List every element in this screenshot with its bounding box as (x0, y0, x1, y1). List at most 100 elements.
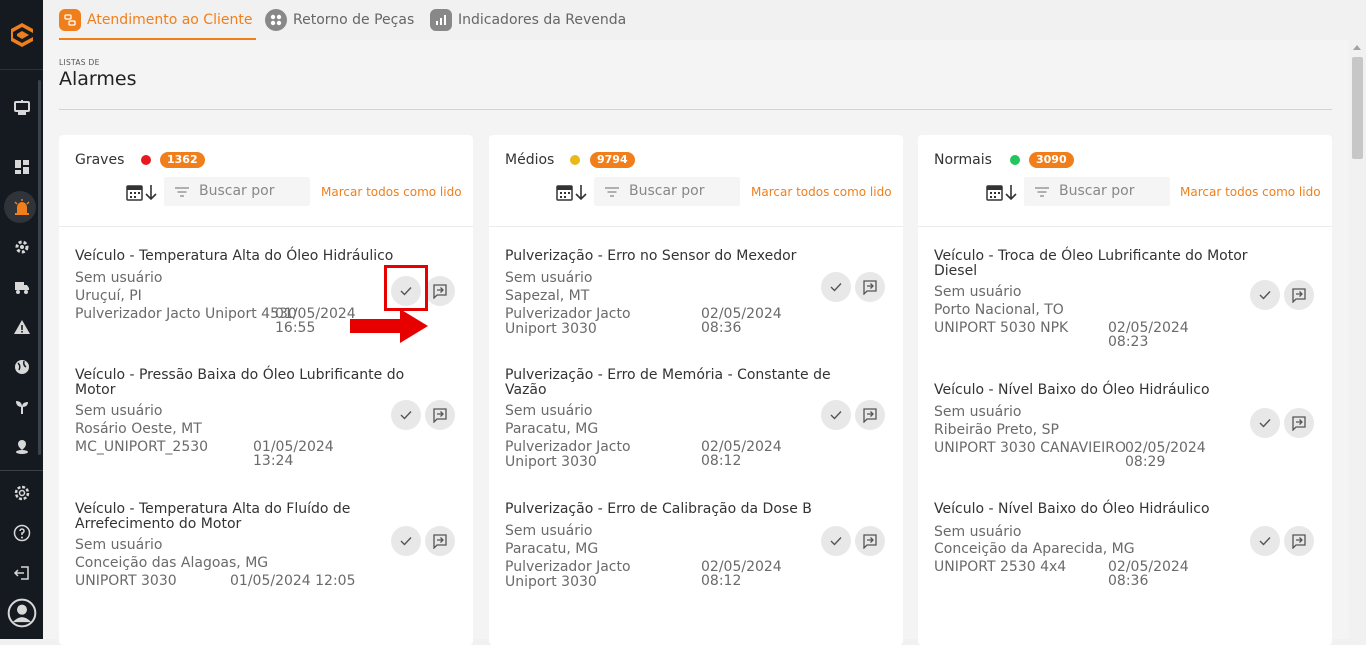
service-icon (59, 9, 81, 31)
alarm-location: Paracatu, MG (505, 421, 599, 437)
count-badge: 9794 (590, 152, 635, 168)
alarm-equipment: Pulverizador Jacto Uniport 3030 (505, 559, 631, 590)
forward-alarm-button[interactable] (1284, 526, 1314, 556)
column-title: Graves (75, 152, 125, 168)
tab-label: Atendimento ao Cliente (87, 12, 253, 28)
tab-label: Indicadores da Revenda (458, 12, 627, 28)
alarm-user: Sem usuário (75, 270, 163, 286)
alarm-time: 08:36 (701, 320, 742, 336)
alarm-date: 02/05/2024 (701, 439, 782, 455)
alarm-location: Rosário Oeste, MT (75, 421, 202, 437)
mark-read-button[interactable] (1250, 526, 1280, 556)
sidebar-item-map-pin[interactable] (0, 430, 43, 464)
alarm-equipment: UNIPORT 5030 NPK (934, 320, 1069, 336)
tab-atendimento-ao-cliente[interactable]: Atendimento ao Cliente (59, 0, 257, 40)
search-placeholder: Buscar por (199, 183, 275, 199)
sidebar-item-settings-gear[interactable] (0, 230, 43, 264)
forward-alarm-button[interactable] (425, 400, 455, 430)
forward-alarm-button[interactable] (1284, 280, 1314, 310)
message-forward-icon (1292, 416, 1306, 431)
sidebar-item-globe[interactable] (0, 350, 43, 384)
forward-alarm-button[interactable] (855, 400, 885, 430)
sidebar-item-dashboard[interactable] (0, 150, 43, 184)
mark-read-button[interactable] (391, 400, 421, 430)
column-header: Graves 1362 Buscar por Marcar todos como li… (59, 135, 473, 227)
check-icon (830, 283, 842, 292)
tab-indicadores-da-revenda[interactable]: Indicadores da Revenda (430, 0, 626, 40)
sidebar-item-alarms[interactable] (0, 190, 43, 224)
alarm-equipment: Pulverizador Jacto Uniport 3030 (505, 439, 631, 470)
logout-icon (13, 566, 29, 580)
search-input[interactable]: Buscar por (164, 177, 310, 206)
check-icon (830, 537, 842, 546)
mark-read-button[interactable] (1250, 408, 1280, 438)
sidebar-item-help[interactable] (0, 516, 43, 550)
mark-read-button[interactable] (821, 526, 851, 556)
mark-read-button[interactable] (821, 400, 851, 430)
date-sort-button[interactable] (125, 183, 161, 203)
forward-alarm-button[interactable] (855, 526, 885, 556)
alarm-title: Veículo - Pressão Baixa do Óleo Lubrific… (75, 367, 405, 398)
header-divider (59, 109, 1332, 110)
page-title: Alarmes (59, 68, 137, 90)
tab-label: Retorno de Peças (293, 12, 415, 28)
alarm-equipment: UNIPORT 3030 (75, 573, 177, 589)
severity-dot (141, 155, 151, 165)
alarm-title: Veículo - Troca de Óleo Lubrificante do … (934, 248, 1248, 279)
search-input[interactable]: Buscar por (1024, 177, 1170, 206)
count-badge: 1362 (160, 152, 205, 168)
column-title: Médios (505, 152, 555, 168)
alarm-time: 08:12 (701, 453, 742, 469)
mark-read-button[interactable] (1250, 280, 1280, 310)
search-input[interactable]: Buscar por (594, 177, 740, 206)
alarm-date: 02/05/2024 (701, 559, 782, 575)
dashboard-icon (14, 160, 29, 174)
alarm-location: Paracatu, MG (505, 541, 599, 557)
user-avatar[interactable] (0, 595, 43, 631)
scroll-thumb[interactable] (1352, 57, 1363, 159)
logo[interactable] (0, 0, 43, 70)
sidebar-item-settings[interactable] (0, 476, 43, 510)
forward-alarm-button[interactable] (1284, 408, 1314, 438)
tab-retorno-de-pecas[interactable]: Retorno de Peças (265, 0, 414, 40)
forward-alarm-button[interactable] (855, 272, 885, 302)
sidebar-item-monitor[interactable] (0, 91, 43, 125)
alarm-time: 08:36 (1108, 573, 1149, 589)
highlight-box (384, 265, 428, 311)
alarm-time: 08:29 (1125, 454, 1166, 470)
forward-alarm-button[interactable] (425, 276, 455, 306)
search-placeholder: Buscar por (1059, 183, 1135, 199)
main-scrollbar[interactable] (1349, 40, 1366, 639)
mark-all-read-link[interactable]: Marcar todos como lido (1180, 185, 1321, 199)
page-subtitle: LISTAS DE (59, 58, 100, 67)
alarm-location: Conceição da Aparecida, MG (934, 541, 1135, 557)
alarm-time: 16:55 (275, 320, 316, 336)
alarm-title: Veículo - Temperatura Alta do Óleo Hidrá… (75, 248, 394, 264)
calendar-sort-icon (556, 185, 587, 201)
message-forward-icon (1292, 288, 1306, 303)
sidebar-item-warning[interactable] (0, 310, 43, 344)
sidebar-item-plant[interactable] (0, 390, 43, 424)
alarm-equipment: UNIPORT 2530 4x4 (934, 559, 1067, 575)
alarm-user: Sem usuário (505, 523, 593, 539)
mark-read-button[interactable] (391, 526, 421, 556)
top-tabs: Atendimento ao Cliente Retorno de Peças … (43, 0, 1366, 40)
alarm-user: Sem usuário (505, 270, 593, 286)
sidebar-item-truck[interactable] (0, 270, 43, 304)
alarm-date: 02/05/2024 (1108, 559, 1189, 575)
alarm-user: Sem usuário (934, 404, 1022, 420)
globe-icon (14, 360, 29, 374)
scroll-up-icon[interactable] (1353, 45, 1361, 50)
sidebar-item-logout[interactable] (0, 556, 43, 590)
alarm-location: Ribeirão Preto, SP (934, 422, 1059, 438)
date-sort-button[interactable] (555, 183, 591, 203)
alarm-title: Veículo - Nível Baixo do Óleo Hidráulico (934, 382, 1210, 398)
parts-icon (265, 9, 287, 31)
mark-read-button[interactable] (821, 272, 851, 302)
mark-all-read-link[interactable]: Marcar todos como lido (751, 185, 892, 199)
alarm-title: Pulverização - Erro de Calibração da Dos… (505, 501, 812, 517)
mark-all-read-link[interactable]: Marcar todos como lido (321, 185, 462, 199)
forward-alarm-button[interactable] (425, 526, 455, 556)
date-sort-button[interactable] (985, 183, 1021, 203)
alarm-equipment: Pulverizador Jacto Uniport 3030 (505, 306, 631, 337)
